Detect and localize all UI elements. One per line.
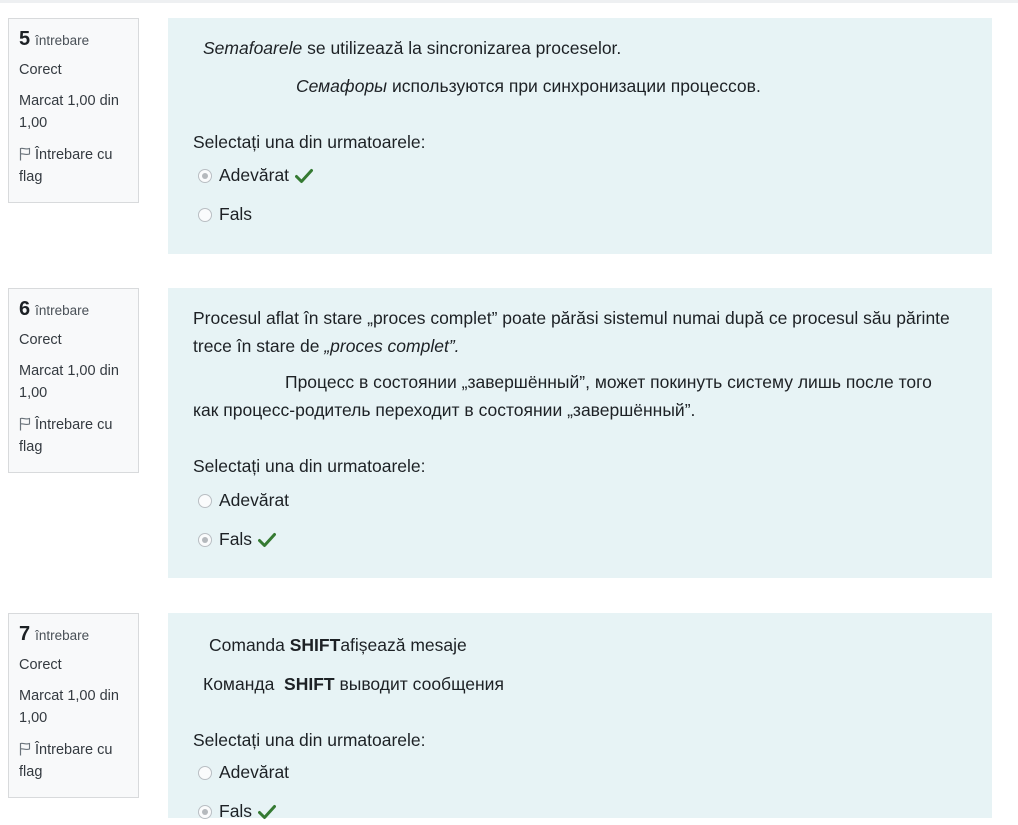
command-name: SHIFT bbox=[284, 674, 335, 694]
question-content-5: Semafoarele se utilizează la sincronizar… bbox=[168, 18, 992, 254]
command-name: SHIFT bbox=[289, 635, 341, 655]
question-word: întrebare bbox=[35, 628, 90, 643]
question-text-ro-post: afișează mesaje bbox=[340, 635, 467, 655]
answer-option-fals[interactable]: Fals bbox=[198, 204, 252, 225]
question-text-ru: Команда SHIFT выводит сообщения bbox=[203, 674, 504, 695]
question-text-ru: Семафоры используются при синхронизации … bbox=[296, 76, 761, 97]
question-content-7: Comanda SHIFTafișează mesaje Команда SHI… bbox=[168, 613, 992, 821]
check-icon bbox=[295, 168, 314, 184]
question-number: 7 bbox=[19, 623, 31, 645]
answer-label: Adevărat bbox=[219, 165, 290, 185]
answer-option-adevarat[interactable]: Adevărat bbox=[198, 762, 289, 783]
flag-label: Întrebare cu flag bbox=[19, 742, 113, 780]
answer-option-adevarat[interactable]: Adevărat bbox=[198, 490, 289, 511]
radio-button-selected[interactable] bbox=[198, 168, 212, 183]
answer-option-adevarat[interactable]: Adevărat bbox=[198, 165, 314, 186]
question-info-5: 5 întrebare Corect Marcat 1,00 din 1,00 … bbox=[8, 18, 139, 203]
question-text-ro: Semafoarele se utilizează la sincronizar… bbox=[203, 38, 621, 59]
question-grade: Marcat 1,00 din 1,00 bbox=[19, 363, 119, 401]
question-text-ro-italic: Semafoarele bbox=[203, 38, 303, 58]
flag-question-button[interactable]: Întrebare cu flag bbox=[19, 144, 128, 188]
question-text-ru: Процесс в состоянии „завершённый”, может… bbox=[193, 372, 932, 420]
answer-prompt: Selectați una din urmatoarele: bbox=[193, 456, 426, 476]
radio-button[interactable] bbox=[198, 765, 212, 780]
flag-label: Întrebare cu flag bbox=[19, 417, 113, 455]
question-word: întrebare bbox=[35, 33, 90, 48]
question-number: 5 bbox=[19, 28, 31, 50]
check-icon bbox=[258, 804, 277, 820]
question-text-ru-rest: используются при синхронизации процессов… bbox=[387, 76, 761, 96]
check-icon bbox=[258, 532, 277, 548]
question-text-ru-pre: Команда bbox=[203, 674, 285, 694]
question-text-ro-rest: se utilizează la sincronizarea proceselo… bbox=[302, 38, 622, 58]
radio-button[interactable] bbox=[198, 493, 212, 508]
question-text-ro-plain: Procesul aflat în stare „proces complet”… bbox=[193, 308, 950, 356]
radio-button-selected[interactable] bbox=[198, 804, 212, 819]
question-grade: Marcat 1,00 din 1,00 bbox=[19, 688, 119, 726]
question-info-7: 7 întrebare Corect Marcat 1,00 din 1,00 … bbox=[8, 613, 139, 798]
answer-option-fals[interactable]: Fals bbox=[198, 529, 277, 550]
answer-prompt: Selectați una din urmatoarele: bbox=[193, 730, 426, 750]
top-divider bbox=[0, 0, 1018, 3]
answer-label: Fals bbox=[219, 529, 253, 549]
question-text-ro: Comanda SHIFTafișează mesaje bbox=[209, 635, 467, 656]
question-text-ro-pre: Comanda bbox=[209, 635, 290, 655]
question-text-ro-italic: „proces complet”. bbox=[324, 336, 460, 356]
answer-label: Fals bbox=[219, 204, 253, 224]
answer-option-fals[interactable]: Fals bbox=[198, 801, 277, 822]
question-word: întrebare bbox=[35, 303, 90, 318]
question-grade: Marcat 1,00 din 1,00 bbox=[19, 93, 119, 131]
question-number: 6 bbox=[19, 298, 31, 320]
question-state: Corect bbox=[19, 62, 62, 78]
question-text-ru-post: выводит сообщения bbox=[334, 674, 504, 694]
answer-label: Fals bbox=[219, 801, 253, 821]
flag-question-button[interactable]: Întrebare cu flag bbox=[19, 739, 128, 783]
question-text-ru-italic: Семафоры bbox=[296, 76, 388, 96]
flag-icon bbox=[19, 416, 31, 431]
flag-icon bbox=[19, 741, 31, 756]
answer-label: Adevărat bbox=[219, 762, 290, 782]
radio-button-selected[interactable] bbox=[198, 532, 212, 547]
flag-question-button[interactable]: Întrebare cu flag bbox=[19, 414, 128, 458]
flag-label: Întrebare cu flag bbox=[19, 147, 113, 185]
question-content-6: Procesul aflat în stare „proces complet”… bbox=[168, 288, 992, 578]
answer-label: Adevărat bbox=[219, 490, 290, 510]
radio-button[interactable] bbox=[198, 207, 212, 222]
question-state: Corect bbox=[19, 332, 62, 348]
question-state: Corect bbox=[19, 657, 62, 673]
flag-icon bbox=[19, 146, 31, 161]
question-text-ro: Procesul aflat în stare „proces complet”… bbox=[193, 304, 953, 360]
answer-prompt: Selectați una din urmatoarele: bbox=[193, 132, 426, 152]
question-info-6: 6 întrebare Corect Marcat 1,00 din 1,00 … bbox=[8, 288, 139, 473]
